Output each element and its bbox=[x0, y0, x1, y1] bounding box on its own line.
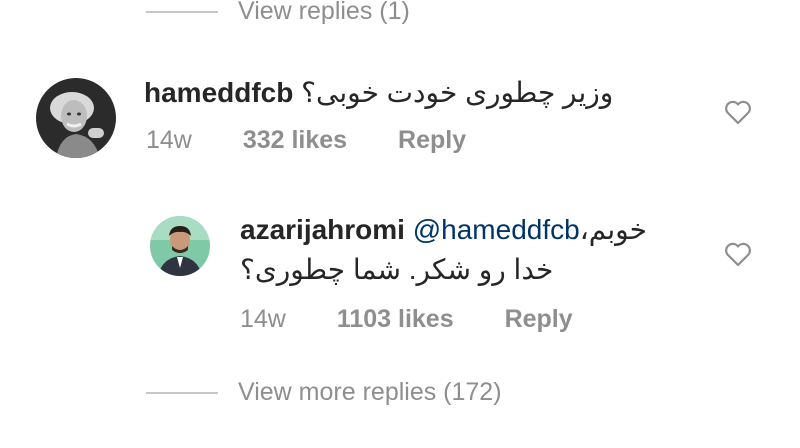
reply-mention[interactable]: @hameddfcb bbox=[413, 214, 580, 245]
comment-username[interactable]: hameddfcb bbox=[144, 77, 293, 108]
avatar-azarijahromi[interactable] bbox=[150, 216, 210, 276]
reply-username[interactable]: azarijahromi bbox=[240, 214, 405, 245]
reply-body-line1: azarijahromi @hameddfcbخوبم، bbox=[240, 213, 647, 246]
reply-meta: 14w 1103 likes Reply bbox=[240, 305, 573, 334]
thread-divider-bottom bbox=[146, 392, 218, 394]
heart-outline-icon[interactable] bbox=[724, 241, 752, 267]
view-replies-link[interactable]: View replies (1) bbox=[238, 0, 410, 26]
profile-photo-icon bbox=[150, 216, 210, 276]
comment-text: وزیر چطوری خودت خوبی؟ bbox=[301, 77, 614, 108]
avatar-hameddfcb[interactable] bbox=[36, 78, 116, 158]
heart-outline-icon[interactable] bbox=[724, 99, 752, 125]
comment-time: 14w bbox=[146, 126, 192, 154]
reply-reply-button[interactable]: Reply bbox=[505, 305, 573, 333]
profile-photo-icon bbox=[36, 78, 116, 158]
view-more-replies-link[interactable]: View more replies (172) bbox=[238, 378, 502, 407]
comment-likes[interactable]: 332 likes bbox=[243, 126, 347, 154]
reply-time: 14w bbox=[240, 305, 286, 333]
comment-reply-button[interactable]: Reply bbox=[398, 126, 466, 154]
reply-text-line1: خوبم، bbox=[579, 214, 647, 245]
reply-text-line2: خدا رو شکر. شما چطوری؟ bbox=[240, 254, 554, 285]
thread-divider-top bbox=[146, 11, 218, 13]
comment-meta: 14w 332 likes Reply bbox=[146, 126, 466, 155]
comment-body: hameddfcb وزیر چطوری خودت خوبی؟ bbox=[144, 76, 613, 109]
reply-likes[interactable]: 1103 likes bbox=[337, 305, 454, 333]
